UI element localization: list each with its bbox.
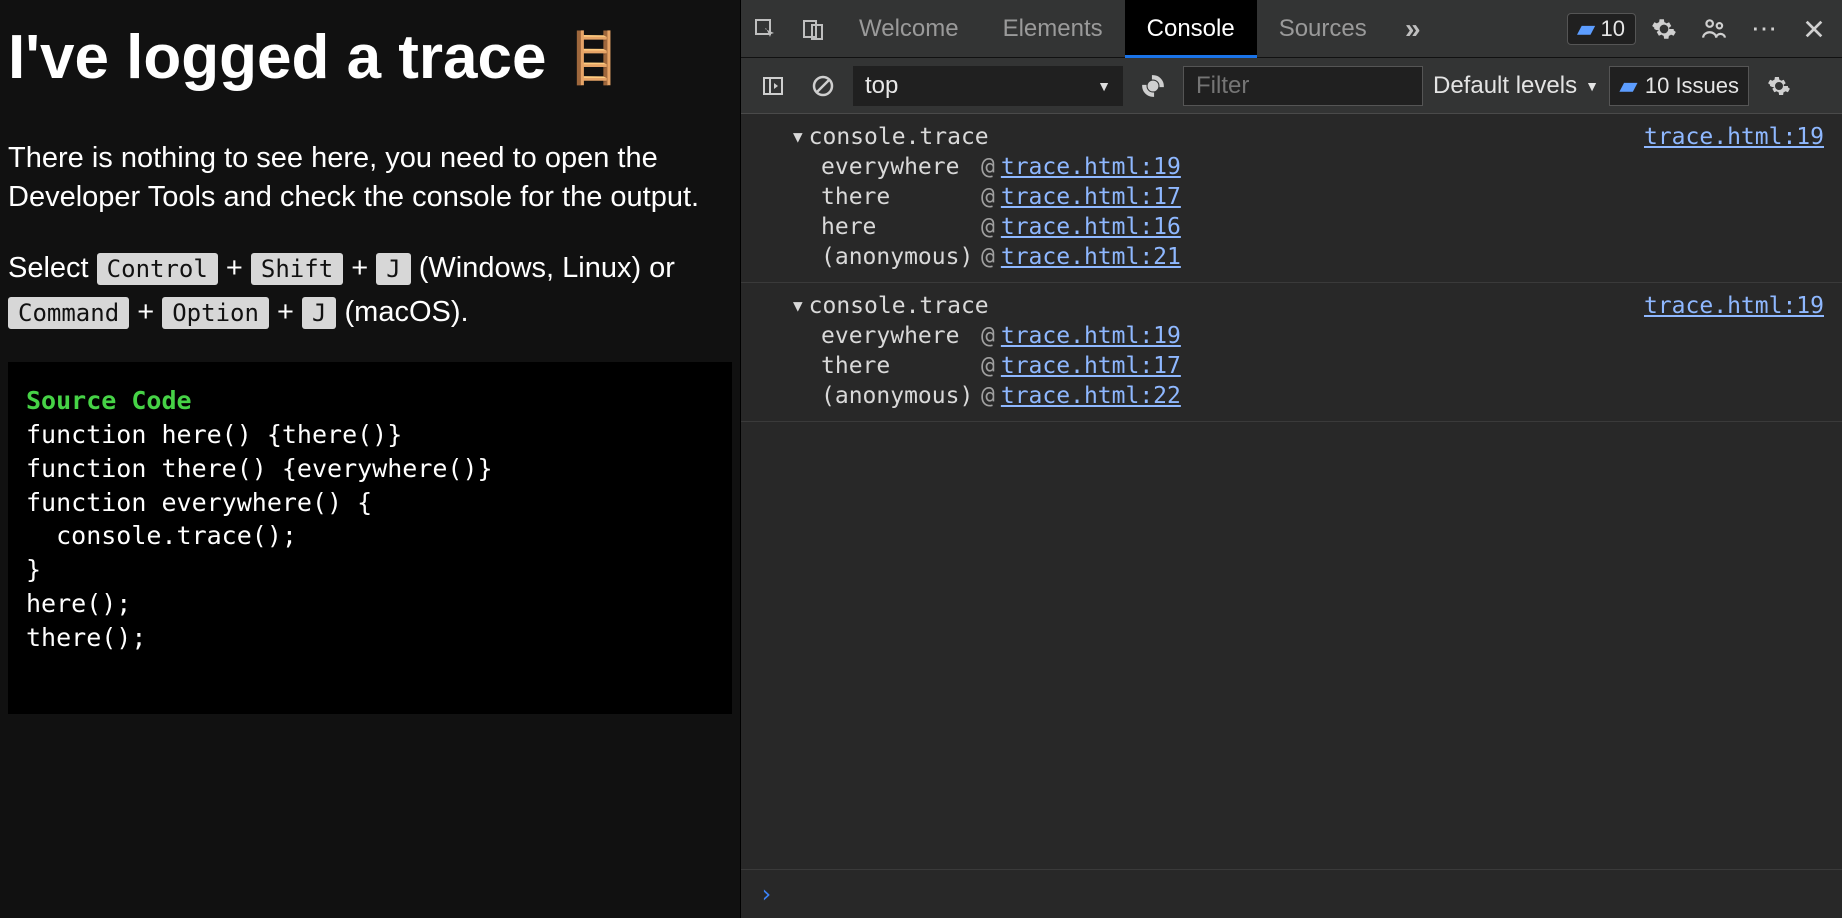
stack-frame: there@trace.html:17 <box>741 351 1842 381</box>
frame-at: @ <box>981 244 995 270</box>
messages-chip[interactable]: ▰ 10 <box>1567 13 1636 45</box>
disclosure-triangle-icon[interactable]: ▼ <box>793 296 803 315</box>
frame-at: @ <box>981 383 995 409</box>
console-prompt[interactable]: › <box>741 869 1842 918</box>
console-output: ▼console.tracetrace.html:19everywhere@tr… <box>741 114 1842 869</box>
tab-console[interactable]: Console <box>1125 0 1257 57</box>
key-j: J <box>376 253 410 285</box>
execution-context-value: top <box>865 72 898 100</box>
key-option: Option <box>162 297 269 329</box>
stack-frame: (anonymous)@trace.html:22 <box>741 381 1842 411</box>
trace-title: console.trace <box>809 293 989 319</box>
log-levels-label: Default levels <box>1433 72 1577 100</box>
issues-label: 10 Issues <box>1645 73 1739 99</box>
stack-frame: everywhere@trace.html:19 <box>741 152 1842 182</box>
frame-source-link[interactable]: trace.html:17 <box>1001 353 1181 379</box>
close-devtools-icon[interactable] <box>1792 7 1836 51</box>
frame-at: @ <box>981 214 995 240</box>
live-expression-icon[interactable] <box>1133 66 1173 106</box>
inspect-element-icon[interactable] <box>741 0 789 57</box>
more-tabs-icon[interactable]: » <box>1389 0 1437 57</box>
frame-function: there <box>821 184 981 210</box>
tab-welcome[interactable]: Welcome <box>837 0 981 57</box>
message-icon: ▰ <box>1620 73 1637 99</box>
console-toolbar: top ▼ Default levels ▼ ▰ 10 Issues <box>741 58 1842 114</box>
kebab-menu-icon[interactable]: ⋯ <box>1742 7 1786 51</box>
device-toolbar-icon[interactable] <box>789 0 837 57</box>
trace-source-link[interactable]: trace.html:19 <box>1644 124 1824 150</box>
account-icon[interactable] <box>1692 7 1736 51</box>
frame-function: everywhere <box>821 323 981 349</box>
frame-source-link[interactable]: trace.html:21 <box>1001 244 1181 270</box>
intro-text: There is nothing to see here, you need t… <box>8 139 732 217</box>
trace-header: ▼ console.trace trace.html:19 <box>741 122 1842 152</box>
frame-source-link[interactable]: trace.html:19 <box>1001 154 1181 180</box>
trace-title: console.trace <box>809 124 989 150</box>
issues-button[interactable]: ▰ 10 Issues <box>1609 66 1749 106</box>
disclosure-triangle-icon[interactable]: ▼ <box>793 127 803 146</box>
keys-mid: (Windows, Linux) or <box>419 252 675 284</box>
key-control: Control <box>97 253 218 285</box>
frame-at: @ <box>981 184 995 210</box>
filter-input[interactable] <box>1183 66 1423 106</box>
key-shift: Shift <box>251 253 343 285</box>
keys-end: (macOS). <box>345 296 469 328</box>
trace-source-link[interactable]: trace.html:19 <box>1644 293 1824 319</box>
devtools-tabbar: Welcome Elements Console Sources » ▰ 10 … <box>741 0 1842 58</box>
source-code-body: function here() {there()} function there… <box>26 420 493 652</box>
stack-frame: there@trace.html:17 <box>741 182 1842 212</box>
tab-sources[interactable]: Sources <box>1257 0 1389 57</box>
ladder-icon: 🪜 <box>563 33 625 83</box>
frame-source-link[interactable]: trace.html:22 <box>1001 383 1181 409</box>
page-title: I've logged a trace 🪜 <box>8 22 732 93</box>
trace-group: ▼console.tracetrace.html:19everywhere@tr… <box>741 114 1842 283</box>
toggle-sidebar-icon[interactable] <box>753 66 793 106</box>
frame-function: here <box>821 214 981 240</box>
clear-console-icon[interactable] <box>803 66 843 106</box>
tab-elements[interactable]: Elements <box>981 0 1125 57</box>
frame-at: @ <box>981 154 995 180</box>
key-command: Command <box>8 297 129 329</box>
dropdown-triangle-icon: ▼ <box>1585 78 1599 94</box>
frame-function: there <box>821 353 981 379</box>
stack-frame: here@trace.html:16 <box>741 212 1842 242</box>
stack-frame: everywhere@trace.html:19 <box>741 321 1842 351</box>
source-code-box: Source Code function here() {there()} fu… <box>8 362 732 714</box>
keys-prefix: Select <box>8 252 97 284</box>
frame-source-link[interactable]: trace.html:17 <box>1001 184 1181 210</box>
frame-at: @ <box>981 353 995 379</box>
stack-frame: (anonymous)@trace.html:21 <box>741 242 1842 272</box>
key-j-2: J <box>302 297 336 329</box>
page-title-text: I've logged a trace <box>8 22 547 93</box>
log-levels-dropdown[interactable]: Default levels ▼ <box>1433 72 1599 100</box>
frame-function: (anonymous) <box>821 244 981 270</box>
console-settings-gear-icon[interactable] <box>1759 74 1799 98</box>
messages-count: 10 <box>1601 16 1625 42</box>
prompt-chevron-icon: › <box>759 880 773 908</box>
shortcut-instructions: Select Control + Shift + J (Windows, Lin… <box>8 247 732 334</box>
frame-function: everywhere <box>821 154 981 180</box>
frame-source-link[interactable]: trace.html:19 <box>1001 323 1181 349</box>
demo-page: I've logged a trace 🪜 There is nothing t… <box>0 0 740 918</box>
dropdown-triangle-icon: ▼ <box>1097 78 1111 94</box>
settings-gear-icon[interactable] <box>1642 7 1686 51</box>
frame-at: @ <box>981 323 995 349</box>
message-icon: ▰ <box>1578 16 1595 42</box>
source-code-title: Source Code <box>26 386 192 415</box>
devtools-panel: Welcome Elements Console Sources » ▰ 10 … <box>740 0 1842 918</box>
frame-function: (anonymous) <box>821 383 981 409</box>
frame-source-link[interactable]: trace.html:16 <box>1001 214 1181 240</box>
trace-group: ▼console.tracetrace.html:19everywhere@tr… <box>741 283 1842 422</box>
trace-header: ▼ console.trace trace.html:19 <box>741 291 1842 321</box>
execution-context-dropdown[interactable]: top ▼ <box>853 66 1123 106</box>
